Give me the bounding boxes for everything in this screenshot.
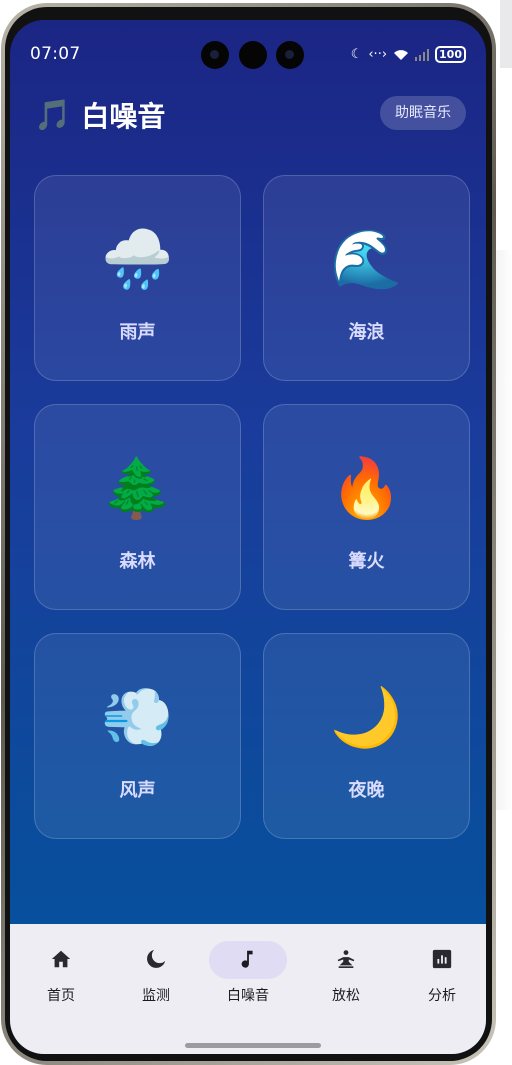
tab-icon-container <box>403 941 481 979</box>
tab-white-noise[interactable]: 白噪音 <box>208 941 288 1005</box>
tab-icon-container <box>22 941 100 979</box>
status-bar: 07:07 ☾ ‹··› 100 <box>10 20 486 69</box>
sound-card-rain[interactable]: 🌧️ 雨声 <box>34 175 241 381</box>
tab-label: 白噪音 <box>227 988 269 1004</box>
do-not-disturb-moon-icon: ☾ <box>350 47 363 62</box>
music-note-icon <box>241 950 253 968</box>
moon-icon: 🌙 <box>330 683 403 751</box>
sound-card-waves[interactable]: 🌊 海浪 <box>263 175 470 381</box>
app-screen: 07:07 ☾ ‹··› 100 🎵 白噪音 助眠音乐 🌧️ 雨声 🌊 海浪 🌲… <box>10 20 486 1054</box>
sleep-music-button[interactable]: 助眠音乐 <box>380 96 466 130</box>
page-title: 白噪音 <box>81 100 166 133</box>
signal-icon <box>415 48 430 61</box>
background-strip <box>500 0 512 68</box>
tab-icon-container <box>209 941 287 979</box>
sound-card-campfire[interactable]: 🔥 篝火 <box>263 404 470 610</box>
tab-relax[interactable]: 放松 <box>306 941 386 1005</box>
music-note-icon: 🎵 <box>34 97 72 133</box>
sound-card-forest[interactable]: 🌲 森林 <box>34 404 241 610</box>
wifi-icon <box>394 50 409 60</box>
home-indicator[interactable] <box>185 1043 321 1048</box>
phone-bezel: 07:07 ☾ ‹··› 100 🎵 白噪音 助眠音乐 🌧️ 雨声 🌊 海浪 🌲… <box>5 7 492 1061</box>
page-header: 🎵 白噪音 助眠音乐 <box>34 95 466 139</box>
background-panel <box>496 250 512 810</box>
camera-lens-icon <box>276 41 304 69</box>
sound-label: 篝火 <box>348 551 385 572</box>
moon-icon <box>147 949 166 968</box>
tab-label: 分析 <box>428 988 456 1004</box>
wind-icon: 💨 <box>101 683 174 751</box>
camera-sensor-icon <box>239 41 267 69</box>
tab-icon-container <box>117 941 195 979</box>
sound-label: 夜晚 <box>348 780 385 801</box>
page-title-group: 🎵 白噪音 <box>34 95 165 135</box>
phone-frame: 07:07 ☾ ‹··› 100 🎵 白噪音 助眠音乐 🌧️ 雨声 🌊 海浪 🌲… <box>1 3 496 1065</box>
rain-cloud-icon: 🌧️ <box>101 225 174 293</box>
status-icons: ☾ ‹··› 100 <box>351 46 466 63</box>
sound-card-night[interactable]: 🌙 夜晚 <box>263 633 470 839</box>
bar-chart-icon <box>432 949 452 969</box>
sound-card-wind[interactable]: 💨 风声 <box>34 633 241 839</box>
tab-home[interactable]: 首页 <box>21 941 101 1005</box>
tab-icon-container <box>307 941 385 979</box>
battery-icon: 100 <box>435 46 466 63</box>
fire-icon: 🔥 <box>330 454 403 522</box>
tab-label: 监测 <box>142 988 170 1004</box>
sound-label: 海浪 <box>348 322 385 343</box>
data-transfer-icon: ‹··› <box>368 47 388 62</box>
wave-icon: 🌊 <box>330 225 403 293</box>
bottom-tab-bar: 首页 监测 白噪音 放松 分析 <box>10 924 486 1054</box>
home-icon <box>51 950 71 968</box>
sound-label: 风声 <box>119 780 156 801</box>
sound-label: 森林 <box>119 551 156 572</box>
meditation-icon <box>337 950 355 968</box>
camera-lens-icon <box>201 41 229 69</box>
sound-grid: 🌧️ 雨声 🌊 海浪 🌲 森林 🔥 篝火 💨 风声 🌙 夜晚 <box>34 175 471 841</box>
status-time: 07:07 <box>30 44 81 64</box>
tree-icon: 🌲 <box>101 454 174 522</box>
sound-label: 雨声 <box>119 322 156 343</box>
tab-analysis[interactable]: 分析 <box>402 941 482 1005</box>
tab-monitor[interactable]: 监测 <box>116 941 196 1005</box>
tab-label: 首页 <box>47 988 75 1004</box>
tab-label: 放松 <box>332 988 360 1004</box>
